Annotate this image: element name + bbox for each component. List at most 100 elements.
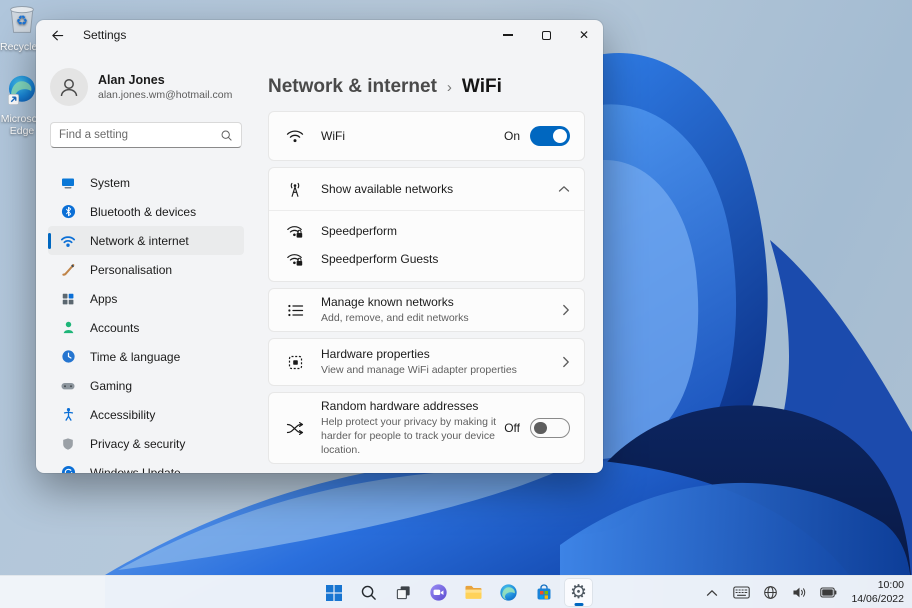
wifi-secured-icon xyxy=(285,251,305,267)
recycle-bin-icon: ♻ xyxy=(5,0,39,36)
settings-window: Settings ✕ Alan Jones xyxy=(36,20,603,473)
wifi-toggle[interactable] xyxy=(530,126,570,146)
list-icon xyxy=(285,303,305,318)
task-view-button[interactable] xyxy=(389,578,418,607)
speaker-icon xyxy=(792,586,807,599)
svg-text:♻: ♻ xyxy=(16,14,28,29)
desktop: ♻ Recycle Bin Microsoft Edge Settings ✕ xyxy=(0,0,912,608)
wifi-icon xyxy=(285,128,305,144)
sidebar-item-network[interactable]: Network & internet xyxy=(48,226,244,255)
wifi-label: WiFi xyxy=(321,129,345,143)
wifi-secured-icon xyxy=(285,223,305,239)
sidebar-item-accounts[interactable]: Accounts xyxy=(48,313,244,342)
card-subtitle: Help protect your privacy by making it h… xyxy=(321,415,504,458)
sidebar-item-time-language[interactable]: Time & language xyxy=(48,342,244,371)
manage-known-networks-card[interactable]: Manage known networks Add, remove, and e… xyxy=(268,288,585,332)
sidebar-item-windows-update[interactable]: Windows Update xyxy=(48,458,244,473)
brush-icon xyxy=(60,262,76,278)
search-icon xyxy=(360,584,377,601)
edge-button[interactable] xyxy=(494,578,523,607)
show-networks-label: Show available networks xyxy=(321,182,453,196)
sidebar-item-accessibility[interactable]: Accessibility xyxy=(48,400,244,429)
keyboard-icon xyxy=(733,586,750,599)
user-email: alan.jones.wm@hotmail.com xyxy=(98,89,232,101)
chevron-right-icon xyxy=(562,304,570,316)
card-subtitle: Add, remove, and edit networks xyxy=(321,311,469,325)
random-hardware-card: Random hardware addresses Help protect y… xyxy=(268,392,585,464)
task-view-icon xyxy=(395,584,412,601)
chevron-up-icon xyxy=(558,185,570,193)
close-button[interactable]: ✕ xyxy=(565,20,603,50)
wifi-state-label: On xyxy=(504,129,520,143)
network-list-item[interactable]: Speedperform xyxy=(269,217,584,245)
file-explorer-button[interactable] xyxy=(459,578,488,607)
sidebar: Alan Jones alan.jones.wm@hotmail.com Sys… xyxy=(36,50,254,473)
search-box[interactable] xyxy=(50,122,242,148)
chat-icon xyxy=(429,583,448,602)
network-name: Speedperform Guests xyxy=(321,252,438,266)
shield-icon xyxy=(60,436,76,452)
sidebar-item-system[interactable]: System xyxy=(48,168,244,197)
accounts-icon xyxy=(60,320,76,336)
chat-button[interactable] xyxy=(424,578,453,607)
folder-icon xyxy=(464,584,483,601)
main-pane: Network & internet › WiFi WiFi On xyxy=(254,50,603,473)
shuffle-icon xyxy=(285,421,305,436)
taskbar-search-button[interactable] xyxy=(354,578,383,607)
card-subtitle: View and manage WiFi adapter properties xyxy=(321,363,517,377)
sidebar-item-apps[interactable]: Apps xyxy=(48,284,244,313)
battery-icon xyxy=(820,587,837,598)
edge-icon xyxy=(5,74,39,108)
start-button[interactable] xyxy=(319,578,348,607)
person-icon xyxy=(57,75,81,99)
chip-icon xyxy=(285,354,305,371)
tray-chevron-up[interactable] xyxy=(702,581,722,605)
available-networks-card: Show available networks Speedperform xyxy=(268,167,585,282)
wifi-icon xyxy=(60,233,76,249)
hardware-properties-card[interactable]: Hardware properties View and manage WiFi… xyxy=(268,338,585,386)
search-icon xyxy=(220,129,233,142)
sidebar-item-personalisation[interactable]: Personalisation xyxy=(48,255,244,284)
gear-icon: ⚙ xyxy=(570,583,587,602)
breadcrumb: Network & internet › WiFi xyxy=(268,76,585,98)
maximize-button[interactable] xyxy=(527,20,565,50)
sidebar-item-privacy-security[interactable]: Privacy & security xyxy=(48,429,244,458)
network-list-item[interactable]: Speedperform Guests xyxy=(269,245,584,273)
update-icon xyxy=(60,465,76,474)
bluetooth-icon xyxy=(60,204,76,220)
store-button[interactable] xyxy=(529,578,558,607)
system-tray: 10:00 14/06/2022 xyxy=(702,576,904,608)
sidebar-item-gaming[interactable]: Gaming xyxy=(48,371,244,400)
back-button[interactable] xyxy=(50,28,65,43)
random-hw-toggle[interactable] xyxy=(530,418,570,438)
taskbar: ⚙ xyxy=(0,575,912,608)
page-title: WiFi xyxy=(462,76,502,98)
windows-logo-icon xyxy=(325,584,343,602)
breadcrumb-parent[interactable]: Network & internet xyxy=(268,76,437,98)
show-networks-header[interactable]: Show available networks xyxy=(269,168,584,210)
breadcrumb-separator: › xyxy=(447,79,452,96)
store-icon xyxy=(535,584,553,602)
avatar xyxy=(50,68,88,106)
volume-button[interactable] xyxy=(789,581,809,605)
edge-icon xyxy=(499,583,518,602)
accessibility-icon xyxy=(60,407,76,423)
globe-icon xyxy=(763,585,778,600)
battery-button[interactable] xyxy=(818,581,838,605)
user-account[interactable]: Alan Jones alan.jones.wm@hotmail.com xyxy=(50,68,242,106)
search-input[interactable] xyxy=(59,129,220,141)
touch-keyboard-button[interactable] xyxy=(731,581,751,605)
tray-date: 14/06/2022 xyxy=(851,593,904,607)
sidebar-item-bluetooth[interactable]: Bluetooth & devices xyxy=(48,197,244,226)
sidebar-nav: System Bluetooth & devices Network & int… xyxy=(48,168,244,473)
chevron-up-icon xyxy=(706,589,718,597)
chevron-right-icon xyxy=(562,356,570,368)
minimize-icon xyxy=(503,34,513,35)
taskbar-clock[interactable]: 10:00 14/06/2022 xyxy=(851,579,904,606)
tray-time: 10:00 xyxy=(851,579,904,593)
wifi-toggle-card: WiFi On xyxy=(268,111,585,161)
minimize-button[interactable] xyxy=(489,20,527,50)
network-status-button[interactable] xyxy=(760,581,780,605)
settings-button[interactable]: ⚙ xyxy=(564,578,593,607)
network-name: Speedperform xyxy=(321,224,397,238)
